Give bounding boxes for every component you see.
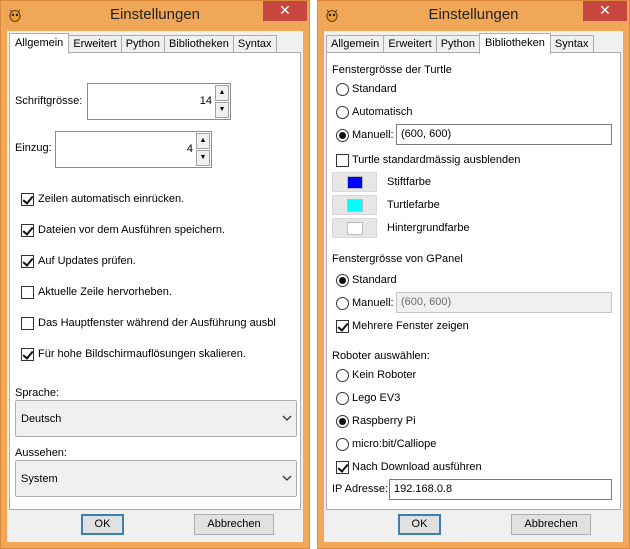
title-bar[interactable]: Einstellungen ✕ — [318, 1, 629, 29]
turtle-auto-label: Automatisch — [352, 106, 413, 118]
auto-indent-checkbox[interactable] — [21, 193, 34, 206]
indent-value: 4 — [186, 143, 193, 155]
cancel-button[interactable]: Abbrechen — [511, 514, 591, 535]
background-color-label: Hintergrundfarbe — [387, 222, 470, 234]
spin-up-icon[interactable]: ▲ — [215, 85, 229, 101]
chevron-down-icon — [282, 475, 292, 481]
gpanel-standard-label: Standard — [352, 274, 397, 286]
robot-microbit-label: micro:bit/Calliope — [352, 438, 437, 450]
highlight-line-checkbox[interactable] — [21, 286, 34, 299]
run-after-download-label: Nach Download ausführen — [352, 461, 482, 473]
appearance-select[interactable]: System — [15, 460, 297, 497]
tab-allgemein[interactable]: Allgemein — [326, 35, 385, 53]
gpanel-section-heading: Fenstergrösse von GPanel — [332, 253, 463, 265]
settings-window-libraries: Einstellungen ✕ Allgemein Erweitert Pyth… — [317, 0, 630, 549]
close-button[interactable]: ✕ — [263, 1, 307, 21]
tab-bibliotheken[interactable]: Bibliotheken — [478, 33, 551, 54]
pen-color-button[interactable] — [332, 172, 377, 192]
hide-turtle-label: Turtle standardmässig ausblenden — [352, 154, 521, 166]
dialog-body: Allgemein Erweitert Python Bibliotheken … — [324, 31, 623, 542]
check-updates-label: Auf Updates prüfen. — [38, 255, 136, 267]
tab-strip: Allgemein Erweitert Python Bibliotheken … — [326, 33, 594, 54]
turtle-color-swatch — [347, 199, 363, 212]
hidpi-scale-checkbox[interactable] — [21, 348, 34, 361]
gpanel-manual-label: Manuell: — [352, 297, 394, 309]
gpanel-standard-radio[interactable] — [336, 274, 349, 287]
chevron-down-icon — [282, 415, 292, 421]
hide-turtle-checkbox[interactable] — [336, 154, 349, 167]
background-color-swatch — [347, 222, 363, 235]
save-before-run-checkbox[interactable] — [21, 224, 34, 237]
tab-python[interactable]: Python — [435, 35, 480, 53]
auto-indent-label: Zeilen automatisch einrücken. — [38, 193, 185, 205]
tab-bibliotheken[interactable]: Bibliotheken — [163, 35, 234, 53]
tab-python[interactable]: Python — [120, 35, 165, 53]
robot-ev3-label: Lego EV3 — [352, 392, 401, 404]
hidpi-scale-label: Für hohe Bildschirmauflösungen skalieren… — [38, 348, 246, 360]
hide-main-window-checkbox[interactable] — [21, 317, 34, 330]
save-before-run-label: Dateien vor dem Ausführen speichern. — [38, 224, 226, 236]
turtle-manual-label: Manuell: — [352, 129, 394, 141]
tab-allgemein[interactable]: Allgemein — [9, 33, 70, 54]
turtle-size-input[interactable]: (600, 600) — [396, 124, 612, 145]
spin-down-icon[interactable]: ▼ — [196, 150, 210, 166]
ok-button[interactable]: OK — [81, 514, 124, 535]
dialog-body: Allgemein Erweitert Python Bibliotheken … — [7, 31, 303, 542]
tab-erweitert[interactable]: Erweitert — [383, 35, 437, 53]
turtle-section-heading: Fenstergrösse der Turtle — [332, 64, 452, 76]
highlight-line-label: Aktuelle Zeile hervorheben. — [38, 286, 172, 298]
tab-panel-general: Schriftgrösse: 14 ▲ ▼ Einzug: 4 ▲ ▼ Zeil… — [9, 52, 301, 510]
robot-section-heading: Roboter auswählen: — [332, 350, 430, 362]
spin-up-icon[interactable]: ▲ — [196, 133, 210, 149]
close-button[interactable]: ✕ — [583, 1, 627, 21]
turtle-auto-radio[interactable] — [336, 106, 349, 119]
language-value: Deutsch — [21, 413, 62, 425]
settings-window-general: Einstellungen ✕ Allgemein Erweitert Pyth… — [0, 0, 310, 549]
multi-window-checkbox[interactable] — [336, 320, 349, 333]
gpanel-manual-radio[interactable] — [336, 297, 349, 310]
multi-window-label: Mehrere Fenster zeigen — [352, 320, 469, 332]
check-updates-checkbox[interactable] — [21, 255, 34, 268]
pen-color-label: Stiftfarbe — [387, 176, 432, 188]
ip-address-label: IP Adresse: — [332, 483, 389, 495]
turtle-color-label: Turtlefarbe — [387, 199, 440, 211]
hide-main-window-label: Das Hauptfenster während der Ausführung … — [38, 317, 276, 329]
gpanel-size-input[interactable]: (600, 600) — [396, 292, 612, 313]
indent-label: Einzug: — [15, 142, 52, 154]
robot-raspberry-radio[interactable] — [336, 415, 349, 428]
tab-syntax[interactable]: Syntax — [232, 35, 277, 53]
turtle-standard-label: Standard — [352, 83, 397, 95]
tab-strip: Allgemein Erweitert Python Bibliotheken … — [9, 33, 277, 54]
run-after-download-checkbox[interactable] — [336, 461, 349, 474]
robot-none-label: Kein Roboter — [352, 369, 417, 381]
spin-down-icon[interactable]: ▼ — [215, 102, 229, 118]
tab-panel-libraries: Fenstergrösse der Turtle Standard Automa… — [326, 52, 621, 510]
tab-erweitert[interactable]: Erweitert — [68, 35, 122, 53]
background-color-button[interactable] — [332, 218, 377, 238]
robot-raspberry-label: Raspberry Pi — [352, 415, 416, 427]
font-size-value: 14 — [199, 95, 212, 107]
title-bar[interactable]: Einstellungen ✕ — [1, 1, 309, 29]
pen-color-swatch — [347, 176, 363, 189]
language-select[interactable]: Deutsch — [15, 400, 297, 437]
indent-spinner[interactable]: 4 ▲ ▼ — [55, 131, 212, 168]
appearance-value: System — [21, 473, 58, 485]
turtle-color-button[interactable] — [332, 195, 377, 215]
robot-ev3-radio[interactable] — [336, 392, 349, 405]
robot-none-radio[interactable] — [336, 369, 349, 382]
turtle-manual-radio[interactable] — [336, 129, 349, 142]
tab-syntax[interactable]: Syntax — [549, 35, 594, 53]
turtle-standard-radio[interactable] — [336, 83, 349, 96]
font-size-spinner[interactable]: 14 ▲ ▼ — [87, 83, 231, 120]
font-size-label: Schriftgrösse: — [15, 95, 83, 107]
ok-button[interactable]: OK — [398, 514, 441, 535]
ip-address-input[interactable]: 192.168.0.8 — [389, 479, 612, 500]
robot-microbit-radio[interactable] — [336, 438, 349, 451]
cancel-button[interactable]: Abbrechen — [194, 514, 274, 535]
appearance-label: Aussehen: — [15, 447, 67, 459]
language-label: Sprache: — [15, 387, 60, 399]
